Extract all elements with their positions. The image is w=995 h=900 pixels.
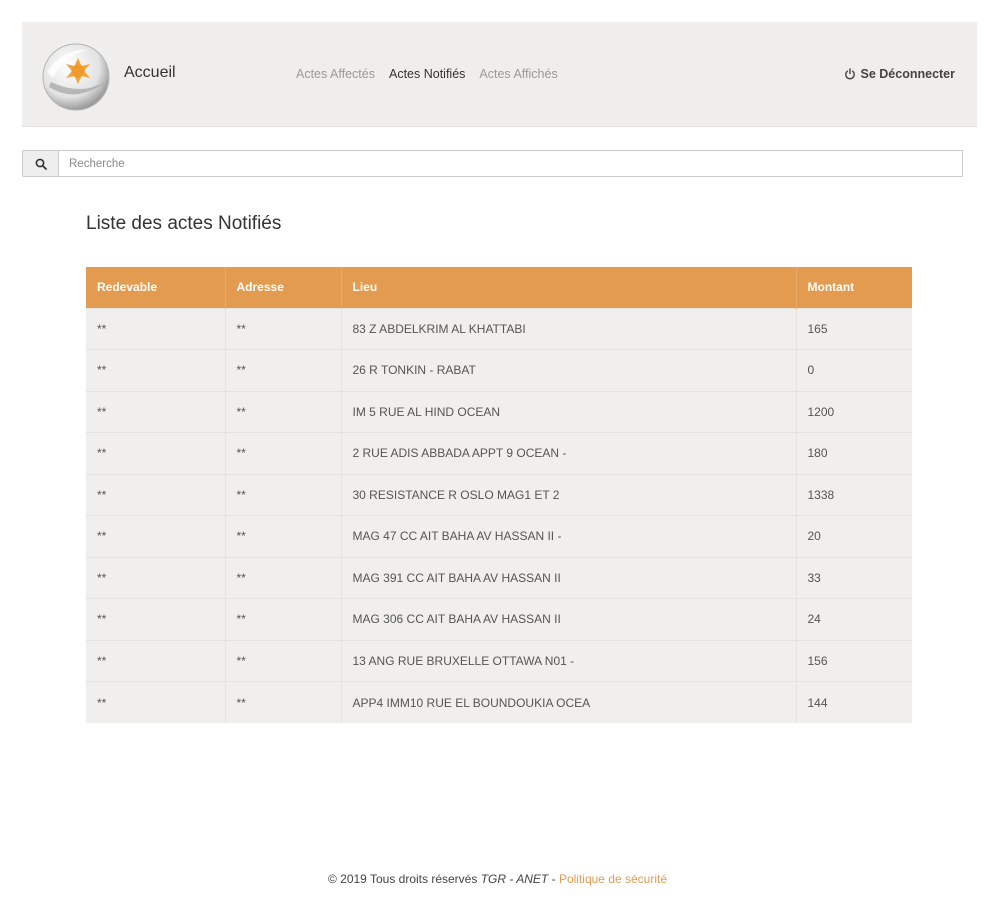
- cell-redevable: **: [86, 473, 226, 516]
- cell-adresse: **: [225, 556, 342, 599]
- page: Accueil Actes Affectés Actes Notifiés Ac…: [0, 0, 995, 900]
- table-row[interactable]: ** ** 26 R TONKIN - RABAT 0: [86, 349, 912, 391]
- power-icon: [844, 68, 855, 80]
- cell-redevable: **: [86, 349, 226, 391]
- nav-actes-notifies[interactable]: Actes Notifiés: [389, 67, 465, 81]
- cell-redevable: **: [86, 390, 226, 433]
- table-row[interactable]: ** ** 13 ANG RUE BRUXELLE OTTAWA N01 - 1…: [86, 639, 912, 682]
- logout-label: Se Déconnecter: [860, 67, 955, 81]
- column-header-redevable[interactable]: Redevable: [86, 267, 226, 308]
- cell-redevable: **: [86, 515, 226, 557]
- security-policy-link[interactable]: Politique de sécurité: [559, 872, 667, 886]
- cell-redevable: **: [86, 639, 226, 682]
- cell-redevable: **: [86, 681, 226, 723]
- cell-montant: 33: [796, 556, 912, 599]
- cell-montant: 0: [796, 349, 912, 391]
- navbar: Accueil Actes Affectés Actes Notifiés Ac…: [22, 22, 977, 127]
- cell-lieu: 26 R TONKIN - RABAT: [341, 349, 797, 391]
- cell-adresse: **: [225, 473, 342, 516]
- cell-redevable: **: [86, 432, 226, 474]
- main-nav: Actes Affectés Actes Notifiés Actes Affi…: [296, 67, 558, 81]
- logo-icon[interactable]: [41, 42, 111, 112]
- footer-brand: TGR - ANET: [480, 872, 549, 886]
- table-header-row: Redevable Adresse Lieu Montant: [86, 267, 912, 308]
- table-row[interactable]: ** ** MAG 391 CC AIT BAHA AV HASSAN II 3…: [86, 556, 912, 599]
- cell-adresse: **: [225, 639, 342, 682]
- column-header-lieu[interactable]: Lieu: [341, 267, 797, 308]
- cell-montant: 24: [796, 598, 912, 640]
- cell-lieu: 83 Z ABDELKRIM AL KHATTABI: [341, 307, 797, 350]
- footer-separator: -: [548, 872, 559, 886]
- cell-lieu: 2 RUE ADIS ABBADA APPT 9 OCEAN -: [341, 432, 797, 474]
- footer-copyright: © 2019 Tous droits réservés: [327, 872, 478, 886]
- cell-adresse: **: [225, 390, 342, 433]
- search-bar: [22, 150, 963, 177]
- cell-lieu: MAG 306 CC AIT BAHA AV HASSAN II: [341, 598, 797, 640]
- table-row[interactable]: ** ** MAG 306 CC AIT BAHA AV HASSAN II 2…: [86, 598, 912, 640]
- cell-adresse: **: [225, 432, 342, 474]
- table-row[interactable]: ** ** 83 Z ABDELKRIM AL KHATTABI 165: [86, 307, 912, 350]
- cell-lieu: APP4 IMM10 RUE EL BOUNDOUKIA OCEA: [341, 681, 797, 723]
- cell-redevable: **: [86, 598, 226, 640]
- nav-actes-affectes[interactable]: Actes Affectés: [296, 67, 375, 81]
- cell-lieu: MAG 47 CC AIT BAHA AV HASSAN II -: [341, 515, 797, 557]
- cell-montant: 20: [796, 515, 912, 557]
- cell-lieu: 13 ANG RUE BRUXELLE OTTAWA N01 -: [341, 639, 797, 682]
- table-row[interactable]: ** ** APP4 IMM10 RUE EL BOUNDOUKIA OCEA …: [86, 681, 912, 723]
- cell-montant: 1338: [796, 473, 912, 516]
- cell-adresse: **: [225, 349, 342, 391]
- cell-montant: 180: [796, 432, 912, 474]
- search-button[interactable]: [22, 150, 58, 177]
- cell-lieu: IM 5 RUE AL HIND OCEAN: [341, 390, 797, 433]
- cell-lieu: 30 RESISTANCE R OSLO MAG1 ET 2: [341, 473, 797, 516]
- table-row[interactable]: ** ** 2 RUE ADIS ABBADA APPT 9 OCEAN - 1…: [86, 432, 912, 474]
- search-icon: [35, 158, 47, 170]
- cell-adresse: **: [225, 515, 342, 557]
- nav-actes-affiches[interactable]: Actes Affichés: [479, 67, 557, 81]
- search-input[interactable]: [58, 150, 963, 177]
- brand-home-link[interactable]: Accueil: [124, 64, 176, 82]
- footer: © 2019 Tous droits réservés TGR - ANET -…: [0, 872, 995, 886]
- cell-adresse: **: [225, 307, 342, 350]
- table-row[interactable]: ** ** MAG 47 CC AIT BAHA AV HASSAN II - …: [86, 515, 912, 557]
- logout-button[interactable]: Se Déconnecter: [844, 67, 955, 81]
- cell-montant: 144: [796, 681, 912, 723]
- table-row[interactable]: ** ** 30 RESISTANCE R OSLO MAG1 ET 2 133…: [86, 473, 912, 516]
- cell-montant: 156: [796, 639, 912, 682]
- cell-lieu: MAG 391 CC AIT BAHA AV HASSAN II: [341, 556, 797, 599]
- column-header-adresse[interactable]: Adresse: [225, 267, 342, 308]
- table-row[interactable]: ** ** IM 5 RUE AL HIND OCEAN 1200: [86, 390, 912, 433]
- cell-redevable: **: [86, 307, 226, 350]
- actes-table: Redevable Adresse Lieu Montant ** ** 83 …: [86, 267, 912, 723]
- cell-adresse: **: [225, 681, 342, 723]
- cell-redevable: **: [86, 556, 226, 599]
- column-header-montant[interactable]: Montant: [796, 267, 912, 308]
- cell-adresse: **: [225, 598, 342, 640]
- page-title: Liste des actes Notifiés: [86, 213, 282, 234]
- cell-montant: 165: [796, 307, 912, 350]
- cell-montant: 1200: [796, 390, 912, 433]
